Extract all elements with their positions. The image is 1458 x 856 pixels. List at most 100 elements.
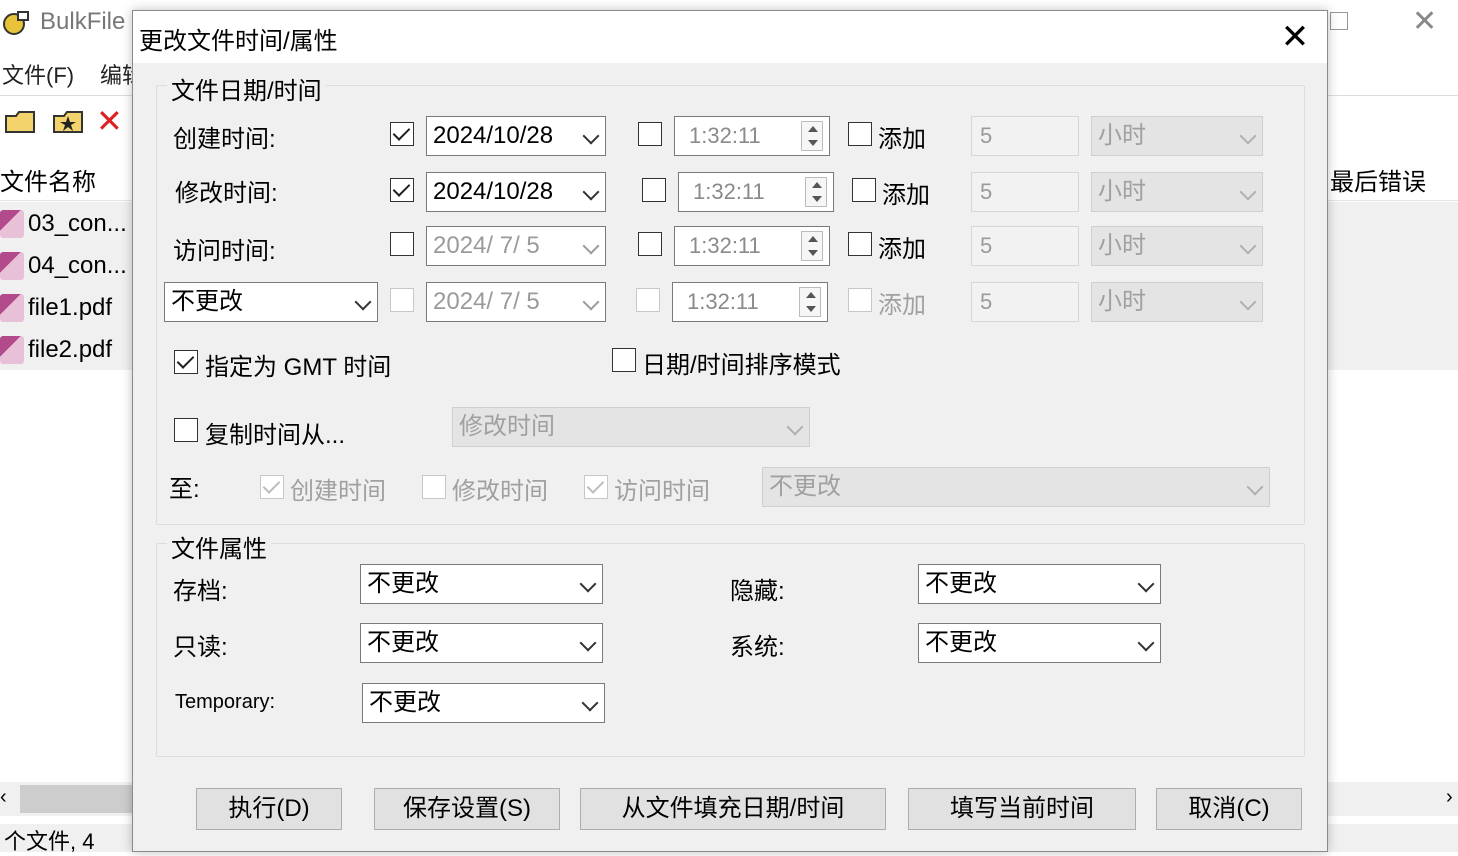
spin-down-icon [808, 140, 818, 146]
list-item[interactable]: file1.pdf [0, 288, 132, 328]
spin-buttons[interactable] [801, 231, 823, 261]
spin-buttons[interactable] [799, 287, 821, 317]
create-time-label: 创建时间: [173, 126, 276, 153]
pdf-file-icon [0, 294, 24, 322]
modify-add-unit[interactable]: 小时 [1091, 172, 1263, 212]
extra-time-type-select[interactable]: 不更改 [164, 282, 378, 322]
create-add-checkbox[interactable] [848, 122, 872, 146]
readonly-label: 只读: [173, 634, 228, 661]
modify-time-spinner[interactable]: 1:32:11 [678, 172, 834, 212]
access-add-amount[interactable]: 5 [971, 226, 1079, 266]
open-folder-icon[interactable] [4, 106, 38, 136]
chevron-down-icon [579, 634, 597, 652]
modify-add-label: 添加 [882, 182, 930, 209]
delete-icon[interactable]: ✕ [96, 102, 123, 140]
hidden-select[interactable]: 不更改 [918, 564, 1161, 604]
copy-to-create-checkbox[interactable] [260, 475, 284, 499]
spin-buttons[interactable] [801, 121, 823, 151]
chevron-down-icon [582, 293, 600, 311]
spin-down-icon [808, 250, 818, 256]
copy-time-from-checkbox[interactable] [174, 418, 198, 442]
extra-date-checkbox[interactable] [390, 288, 414, 312]
create-date-picker[interactable]: 2024/10/28 [426, 116, 606, 156]
create-add-amount[interactable]: 5 [971, 116, 1079, 156]
main-window-close-icon[interactable]: ✕ [1412, 4, 1437, 39]
spin-up-icon [806, 292, 816, 298]
create-date-checkbox[interactable] [390, 122, 414, 146]
archive-select[interactable]: 不更改 [360, 564, 603, 604]
chevron-down-icon [1246, 478, 1264, 496]
access-add-checkbox[interactable] [848, 232, 872, 256]
gmt-label: 指定为 GMT 时间 [205, 354, 392, 381]
chevron-down-icon [1137, 575, 1155, 593]
extra-add-checkbox[interactable] [848, 288, 872, 312]
temporary-select[interactable]: 不更改 [362, 683, 605, 723]
spin-up-icon [808, 236, 818, 242]
copy-to-access-checkbox[interactable] [584, 475, 608, 499]
close-icon[interactable]: ✕ [1275, 17, 1315, 57]
pdf-file-icon [0, 252, 24, 280]
extra-date-picker[interactable]: 2024/ 7/ 5 [426, 282, 606, 322]
create-time-spinner[interactable]: 1:32:11 [674, 116, 830, 156]
favorite-folder-icon[interactable] [52, 106, 86, 136]
execute-button[interactable]: 执行(D) [196, 788, 342, 830]
chevron-down-icon [582, 127, 600, 145]
extra-add-label: 添加 [878, 292, 926, 319]
modify-add-checkbox[interactable] [852, 178, 876, 202]
file-list-right-area [1326, 202, 1458, 370]
spin-buttons[interactable] [805, 177, 827, 207]
extra-add-unit[interactable]: 小时 [1091, 282, 1263, 322]
copy-to-access-label: 访问时间 [614, 478, 710, 505]
main-window-title: BulkFile [40, 8, 126, 35]
attributes-group-title: 文件属性 [167, 529, 271, 564]
gmt-checkbox[interactable] [174, 350, 198, 374]
list-item[interactable]: 04_con... [0, 246, 132, 286]
access-add-unit[interactable]: 小时 [1091, 226, 1263, 266]
access-time-spinner[interactable]: 1:32:11 [674, 226, 830, 266]
spin-up-icon [812, 182, 822, 188]
pdf-file-icon [0, 336, 24, 364]
modify-time-checkbox[interactable] [642, 178, 666, 202]
column-file-name[interactable]: 文件名称 [0, 162, 96, 197]
sort-mode-checkbox[interactable] [612, 348, 636, 372]
save-settings-button[interactable]: 保存设置(S) [374, 788, 560, 830]
access-date-checkbox[interactable] [390, 232, 414, 256]
access-time-checkbox[interactable] [638, 232, 662, 256]
modify-date-checkbox[interactable] [390, 178, 414, 202]
menu-file[interactable]: 文件(F) [2, 58, 74, 90]
chevron-down-icon [582, 183, 600, 201]
scrollbar-thumb[interactable] [20, 785, 132, 813]
fill-current-time-button[interactable]: 填写当前时间 [908, 788, 1136, 830]
copy-time-from-select[interactable]: 修改时间 [452, 407, 810, 447]
chevron-down-icon [1137, 634, 1155, 652]
scroll-right-icon[interactable]: › [1446, 786, 1453, 809]
modify-date-picker[interactable]: 2024/10/28 [426, 172, 606, 212]
pdf-file-icon [0, 210, 24, 238]
access-add-label: 添加 [878, 236, 926, 263]
fill-from-file-button[interactable]: 从文件填充日期/时间 [580, 788, 886, 830]
sort-mode-label: 日期/时间排序模式 [642, 352, 841, 379]
main-window-maximize-icon[interactable] [1330, 12, 1348, 30]
copy-to-select[interactable]: 不更改 [762, 467, 1270, 507]
readonly-select[interactable]: 不更改 [360, 623, 603, 663]
extra-time-spinner[interactable]: 1:32:11 [672, 282, 828, 322]
dialog-title: 更改文件时间/属性 [139, 28, 338, 55]
chevron-down-icon [1239, 237, 1257, 255]
extra-add-amount[interactable]: 5 [971, 282, 1079, 322]
access-date-picker[interactable]: 2024/ 7/ 5 [426, 226, 606, 266]
create-add-unit[interactable]: 小时 [1091, 116, 1263, 156]
datetime-group-title: 文件日期/时间 [167, 71, 326, 106]
list-item[interactable]: file2.pdf [0, 330, 132, 370]
cancel-button[interactable]: 取消(C) [1156, 788, 1302, 830]
chevron-down-icon [786, 418, 804, 436]
spin-down-icon [806, 306, 816, 312]
list-item[interactable]: 03_con... [0, 204, 132, 244]
copy-to-modify-checkbox[interactable] [422, 475, 446, 499]
extra-time-checkbox[interactable] [636, 288, 660, 312]
column-last-error[interactable]: 最后错误 [1330, 162, 1426, 197]
scroll-left-icon[interactable]: ‹ [0, 786, 7, 809]
chevron-down-icon [582, 237, 600, 255]
create-time-checkbox[interactable] [638, 122, 662, 146]
modify-add-amount[interactable]: 5 [971, 172, 1079, 212]
system-select[interactable]: 不更改 [918, 623, 1161, 663]
